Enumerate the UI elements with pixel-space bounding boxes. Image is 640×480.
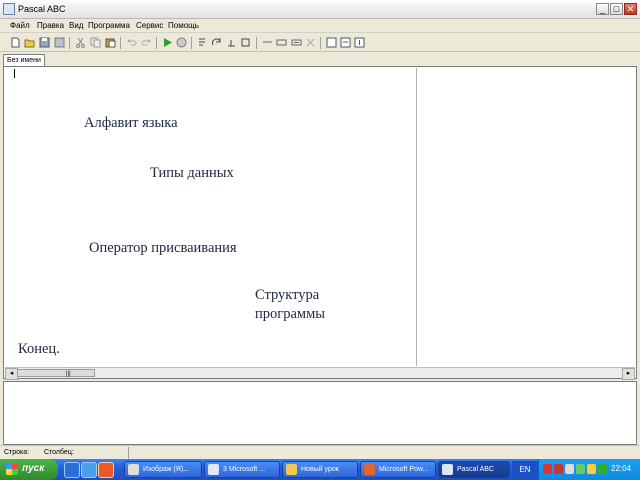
run-to-cursor-icon[interactable] [240,37,251,48]
toolbar-separator [156,37,157,49]
toolbar-separator [320,37,321,49]
cut-icon[interactable] [75,37,86,48]
task-browser[interactable]: Изображ (Я)... [124,461,202,478]
start-label: пуск [22,463,45,474]
menu-view[interactable]: Вид [69,21,83,30]
start-button[interactable]: пуск [0,459,58,480]
copy-icon[interactable] [90,37,101,48]
redo-icon[interactable] [141,37,152,48]
step-out-icon[interactable] [226,37,237,48]
step-over-icon[interactable] [211,37,222,48]
volume-icon[interactable] [587,464,596,474]
task-word[interactable]: 3 Microsoft ... [204,461,280,478]
pascal-app-icon [3,3,15,15]
toolbar-separator [256,37,257,49]
window-icon[interactable] [326,37,337,48]
window-title: Pascal ABC [18,4,66,14]
menu-help[interactable]: Помощь [168,21,199,30]
task-label: Изображ (Я)... [143,466,190,473]
system-tray: 22:04 [538,459,640,480]
editor-link-data-types[interactable]: Типы данных [150,164,234,183]
task-folder[interactable]: Новый урок [282,461,358,478]
word-icon [208,464,219,475]
editor-link-program[interactable]: программы [255,305,325,324]
menu-file[interactable]: Файл [10,21,30,30]
window-prev-icon[interactable] [354,37,365,48]
powerpoint-icon [364,464,375,475]
toolbar-separator [191,37,192,49]
tab-strip: Без имени [0,53,640,66]
scroll-right-arrow-icon[interactable]: ▸ [622,368,635,380]
status-row: Строка: [4,449,30,456]
paste-icon[interactable] [105,37,116,48]
step-into-icon[interactable] [197,37,208,48]
new-file-icon[interactable] [10,37,21,48]
open-folder-icon[interactable] [24,37,35,48]
save-all-icon[interactable] [54,37,65,48]
editor-link-alphabet[interactable]: Алфавит языка [84,114,178,133]
title-bar: Pascal ABC _ □ ✕ [0,0,640,19]
taskbar: пуск Изображ (Я)... 3 Microsoft ... Новы… [0,459,640,480]
window-next-icon[interactable] [340,37,351,48]
menu-service[interactable]: Сервис [136,21,163,30]
task-label: 3 Microsoft ... [223,466,266,473]
evaluate-icon[interactable] [291,37,302,48]
network-icon[interactable] [565,464,574,474]
task-label: Microsoft Pow... [379,466,429,473]
tray-update-icon[interactable] [598,464,607,474]
breakpoint-icon[interactable] [276,37,287,48]
ie-quicklaunch-icon[interactable] [64,462,80,478]
task-powerpoint[interactable]: Microsoft Pow... [360,461,436,478]
maximize-button[interactable]: □ [610,3,623,15]
stop-icon[interactable] [176,37,187,48]
windows-logo-icon [6,463,18,475]
scroll-thumb[interactable]: ||| [17,369,95,377]
run-icon[interactable] [162,37,173,48]
undo-icon[interactable] [126,37,137,48]
task-pascal-abc[interactable]: Pascal ABC [438,461,510,478]
task-label: Новый урок [301,466,339,473]
watch-icon[interactable] [262,37,273,48]
status-separator [128,447,129,459]
editor-link-structure[interactable]: Структура [255,286,319,305]
grip-icon: ||| [66,371,71,377]
tab-untitled[interactable]: Без имени [3,54,45,66]
pascal-icon [442,464,453,475]
clear-icon[interactable] [305,37,316,48]
toolbar-separator [120,37,121,49]
chrome-icon [128,464,139,475]
toolbar [0,34,640,52]
editor-link-end[interactable]: Конец. [18,340,60,359]
language-indicator[interactable]: EN [512,461,538,478]
media-quicklaunch-icon[interactable] [98,462,114,478]
status-col: Столбец: [44,449,74,456]
horizontal-scrollbar[interactable]: ◂ ||| ▸ [5,367,635,380]
desktop-quicklaunch-icon[interactable] [81,462,97,478]
menu-bar: Файл Правка Вид Программа Сервис Помощь [0,19,640,33]
clock: 22:04 [611,464,632,473]
output-window[interactable] [3,381,637,445]
close-button[interactable]: ✕ [624,3,637,15]
status-bar: Строка: Столбец: [0,445,640,459]
right-panel [416,68,636,366]
editor-link-assignment[interactable]: Оператор присваивания [89,239,237,258]
toolbar-separator [69,37,70,49]
code-editor[interactable] [5,68,415,366]
antivirus-icon[interactable] [543,464,552,474]
save-icon[interactable] [39,37,50,48]
text-caret [14,69,15,78]
minimize-button[interactable]: _ [596,3,609,15]
menu-edit[interactable]: Правка [37,21,64,30]
folder-icon [286,464,297,475]
tray-app-icon[interactable] [554,464,563,474]
task-label: Pascal ABC [457,466,494,473]
tray-green-icon[interactable] [576,464,585,474]
menu-program[interactable]: Программа [88,21,130,30]
